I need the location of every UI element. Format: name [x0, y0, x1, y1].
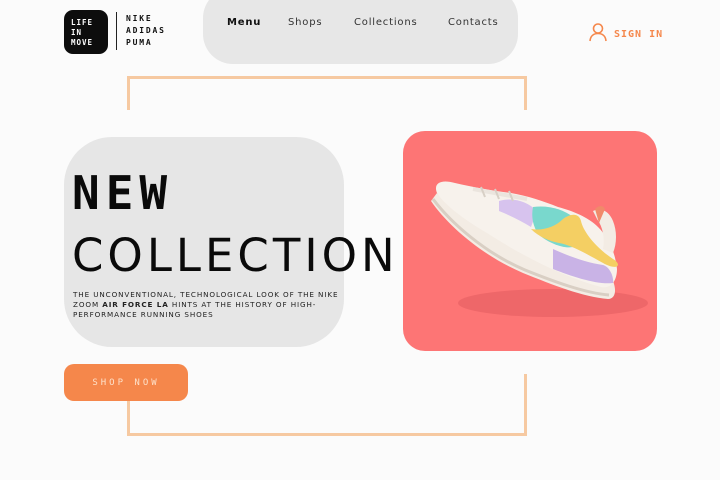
- product-image-card[interactable]: [403, 131, 657, 351]
- brand-list: NIKE ADIDAS PUMA: [126, 13, 166, 49]
- brand-adidas[interactable]: ADIDAS: [126, 25, 166, 37]
- hero-title-collection: COLLECTION: [72, 229, 399, 282]
- hero-description-highlight: AIR FORCE LA: [102, 300, 169, 309]
- logo-line: IN: [71, 28, 83, 37]
- sneaker-image: [431, 181, 648, 317]
- decorative-frame-top: [127, 76, 527, 110]
- logo-line: MOVE: [71, 38, 94, 47]
- logo-line: LIFE: [71, 18, 94, 27]
- top-nav: Menu Shops Collections Contacts: [203, 0, 518, 64]
- nav-item-collections[interactable]: Collections: [354, 17, 417, 28]
- hero-title-new: NEW: [72, 166, 174, 220]
- sign-in-label: SIGN IN: [614, 28, 664, 40]
- logo-divider: [116, 12, 117, 50]
- nav-item-menu[interactable]: Menu: [227, 17, 261, 28]
- brand-nike[interactable]: NIKE: [126, 13, 166, 25]
- user-icon: [588, 22, 608, 46]
- brand-puma[interactable]: PUMA: [126, 37, 166, 49]
- nav-item-shops[interactable]: Shops: [288, 17, 322, 28]
- nav-item-contacts[interactable]: Contacts: [448, 17, 499, 28]
- sign-in-button[interactable]: SIGN IN: [588, 22, 663, 46]
- logo[interactable]: LIFE IN MOVE: [64, 10, 108, 54]
- shop-now-button[interactable]: SHOP NOW: [64, 364, 188, 401]
- hero-description: THE UNCONVENTIONAL, TECHNOLOGICAL LOOK O…: [73, 290, 343, 320]
